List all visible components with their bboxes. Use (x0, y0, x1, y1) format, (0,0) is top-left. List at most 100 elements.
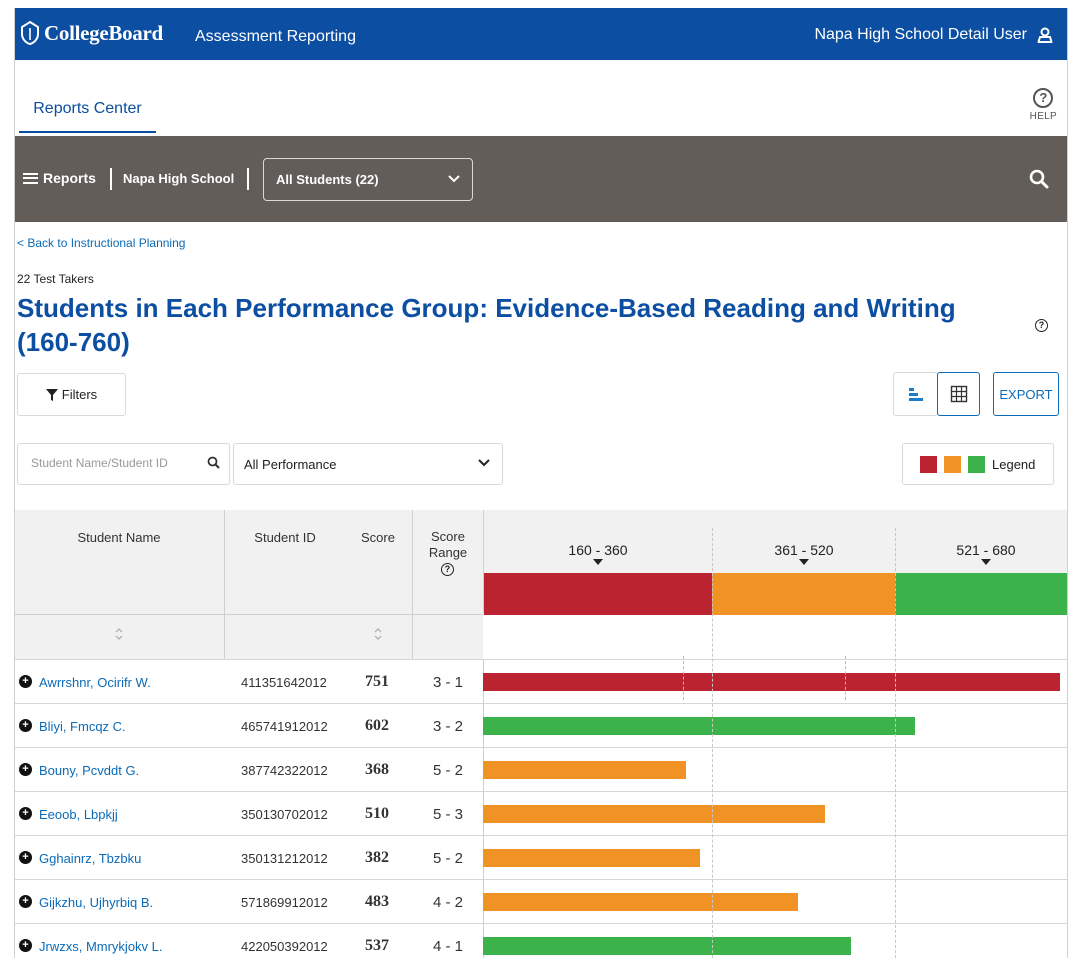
top-header: CollegeBoard Assessment Reporting Napa H… (15, 8, 1067, 60)
score-bar[interactable] (483, 761, 686, 779)
expand-row-icon[interactable]: + (19, 895, 32, 908)
student-id: 387742322012 (241, 763, 328, 778)
report-navbar: Reports Napa High School All Students (2… (15, 136, 1067, 222)
student-score: 751 (365, 673, 389, 690)
band-boundary-line (895, 528, 896, 958)
column-header-student-id[interactable]: Student ID (225, 530, 345, 545)
search-icon[interactable] (1029, 169, 1049, 189)
student-score: 368 (365, 761, 389, 778)
table-row: + Bouny, Pcvddt G. 387742322012 368 5 - 2 (15, 747, 1067, 791)
score-bar[interactable] (483, 937, 851, 955)
sort-name-icon[interactable] (114, 627, 124, 641)
help-button[interactable]: ? HELP (1030, 88, 1057, 122)
column-header-student-name[interactable]: Student Name (15, 530, 223, 545)
score-range: 4 - 2 (432, 894, 463, 911)
legend-swatch-red (920, 455, 937, 473)
students-select[interactable]: All Students (22) (263, 158, 473, 201)
score-bar[interactable] (483, 893, 798, 911)
score-bar[interactable] (483, 717, 915, 735)
score-range: 3 - 1 (432, 674, 463, 691)
student-name-link[interactable]: Bouny, Pcvddt G. (39, 763, 139, 778)
acorn-icon (21, 20, 39, 46)
expand-row-icon[interactable]: + (19, 719, 32, 732)
table-row: + Awrrshnr, Ocirifr W. 411351642012 751 3 - … (15, 656, 1067, 703)
bar-chart-icon (908, 388, 923, 401)
column-divider (224, 510, 225, 660)
score-range-header-line-1: Score (431, 529, 465, 544)
band-boundary-line (712, 528, 713, 958)
band-label-green: 521 - 680 (956, 542, 1016, 558)
score-range: 4 - 1 (432, 938, 463, 955)
band-marker-red (593, 559, 603, 565)
expand-row-icon[interactable]: + (19, 939, 32, 952)
score-range: 5 - 2 (432, 850, 463, 867)
student-score: 382 (365, 849, 389, 866)
legend-swatch-green (968, 455, 985, 473)
student-id: 422050392012 (241, 939, 328, 954)
help-icon: ? (1033, 88, 1054, 108)
chart-view-button[interactable] (893, 372, 938, 416)
student-id: 465741912012 (241, 719, 328, 734)
student-name-link[interactable]: Jrwzxs, Mmrykjokv L. (39, 939, 163, 954)
filters-button[interactable]: Filters (17, 373, 126, 416)
reports-menu-button[interactable]: Reports (23, 170, 96, 186)
score-range-help-icon[interactable]: ? (441, 563, 454, 576)
page-title-line-2: (160-760) (17, 327, 130, 357)
students-select-value: All Students (22) (276, 172, 379, 187)
column-header-score-range: Score Range (413, 529, 483, 561)
table-row: + Jrwzxs, Mmrykjokv L. 422050392012 537 4 - … (15, 923, 1067, 958)
chart-header-spacer (483, 614, 1067, 660)
student-name-link[interactable]: Gghainrz, Tbzbku (39, 851, 141, 866)
student-score: 537 (365, 937, 389, 954)
band-green (895, 573, 1067, 615)
table-row: + Bliyi, Fmcqz C. 465741912012 602 3 - 2 (15, 703, 1067, 747)
page-title-line-1: Students in Each Performance Group: Evid… (17, 293, 956, 323)
performance-select[interactable]: All Performance (233, 443, 503, 485)
student-name-link[interactable]: Bliyi, Fmcqz C. (39, 719, 126, 734)
student-search (17, 443, 230, 485)
expand-row-icon[interactable]: + (19, 675, 32, 688)
reports-label: Reports (43, 170, 96, 186)
sort-score-icon[interactable] (373, 627, 383, 641)
tab-reports-center[interactable]: Reports Center (19, 89, 156, 133)
student-name-link[interactable]: Eeoob, Lbpkjj (39, 807, 118, 822)
score-range-tick (683, 656, 684, 700)
legend-button[interactable]: Legend (902, 443, 1054, 485)
column-header-score[interactable]: Score (348, 530, 408, 545)
score-range: 5 - 3 (432, 806, 463, 823)
chevron-down-icon (478, 459, 490, 467)
export-button[interactable]: EXPORT (993, 372, 1059, 416)
collegeboard-logo[interactable]: CollegeBoard (19, 20, 163, 46)
nav-school-name[interactable]: Napa High School (123, 171, 234, 186)
expand-row-icon[interactable]: + (19, 807, 32, 820)
user-name: Napa High School Detail User (814, 26, 1027, 43)
band-red (484, 573, 712, 615)
student-score: 602 (365, 717, 389, 734)
student-score: 483 (365, 893, 389, 910)
nav-divider (110, 168, 112, 190)
filter-icon (45, 388, 58, 401)
student-id: 571869912012 (241, 895, 328, 910)
score-range: 5 - 2 (432, 762, 463, 779)
back-to-instructional-planning-link[interactable]: < Back to Instructional Planning (17, 236, 185, 250)
score-bar[interactable] (483, 673, 1060, 691)
user-menu[interactable]: Napa High School Detail User (814, 26, 1053, 44)
score-range-tick (845, 656, 846, 700)
header-divider (15, 614, 483, 615)
score-bar[interactable] (483, 849, 700, 867)
legend-swatch-orange (944, 455, 961, 473)
search-icon[interactable] (207, 456, 220, 469)
title-help-icon[interactable]: ? (1035, 319, 1048, 332)
student-id: 350130702012 (241, 807, 328, 822)
filters-label: Filters (61, 387, 98, 402)
brand-name: CollegeBoard (44, 20, 163, 45)
student-name-link[interactable]: Gijkzhu, Ujhyrbiq B. (39, 895, 153, 910)
student-name-link[interactable]: Awrrshnr, Ocirifr W. (39, 675, 151, 690)
expand-row-icon[interactable]: + (19, 851, 32, 864)
student-search-input[interactable] (31, 444, 201, 482)
band-label-orange: 361 - 520 (774, 542, 834, 558)
score-bar[interactable] (483, 805, 825, 823)
table-view-button[interactable] (937, 372, 980, 416)
column-divider (412, 510, 413, 660)
expand-row-icon[interactable]: + (19, 763, 32, 776)
